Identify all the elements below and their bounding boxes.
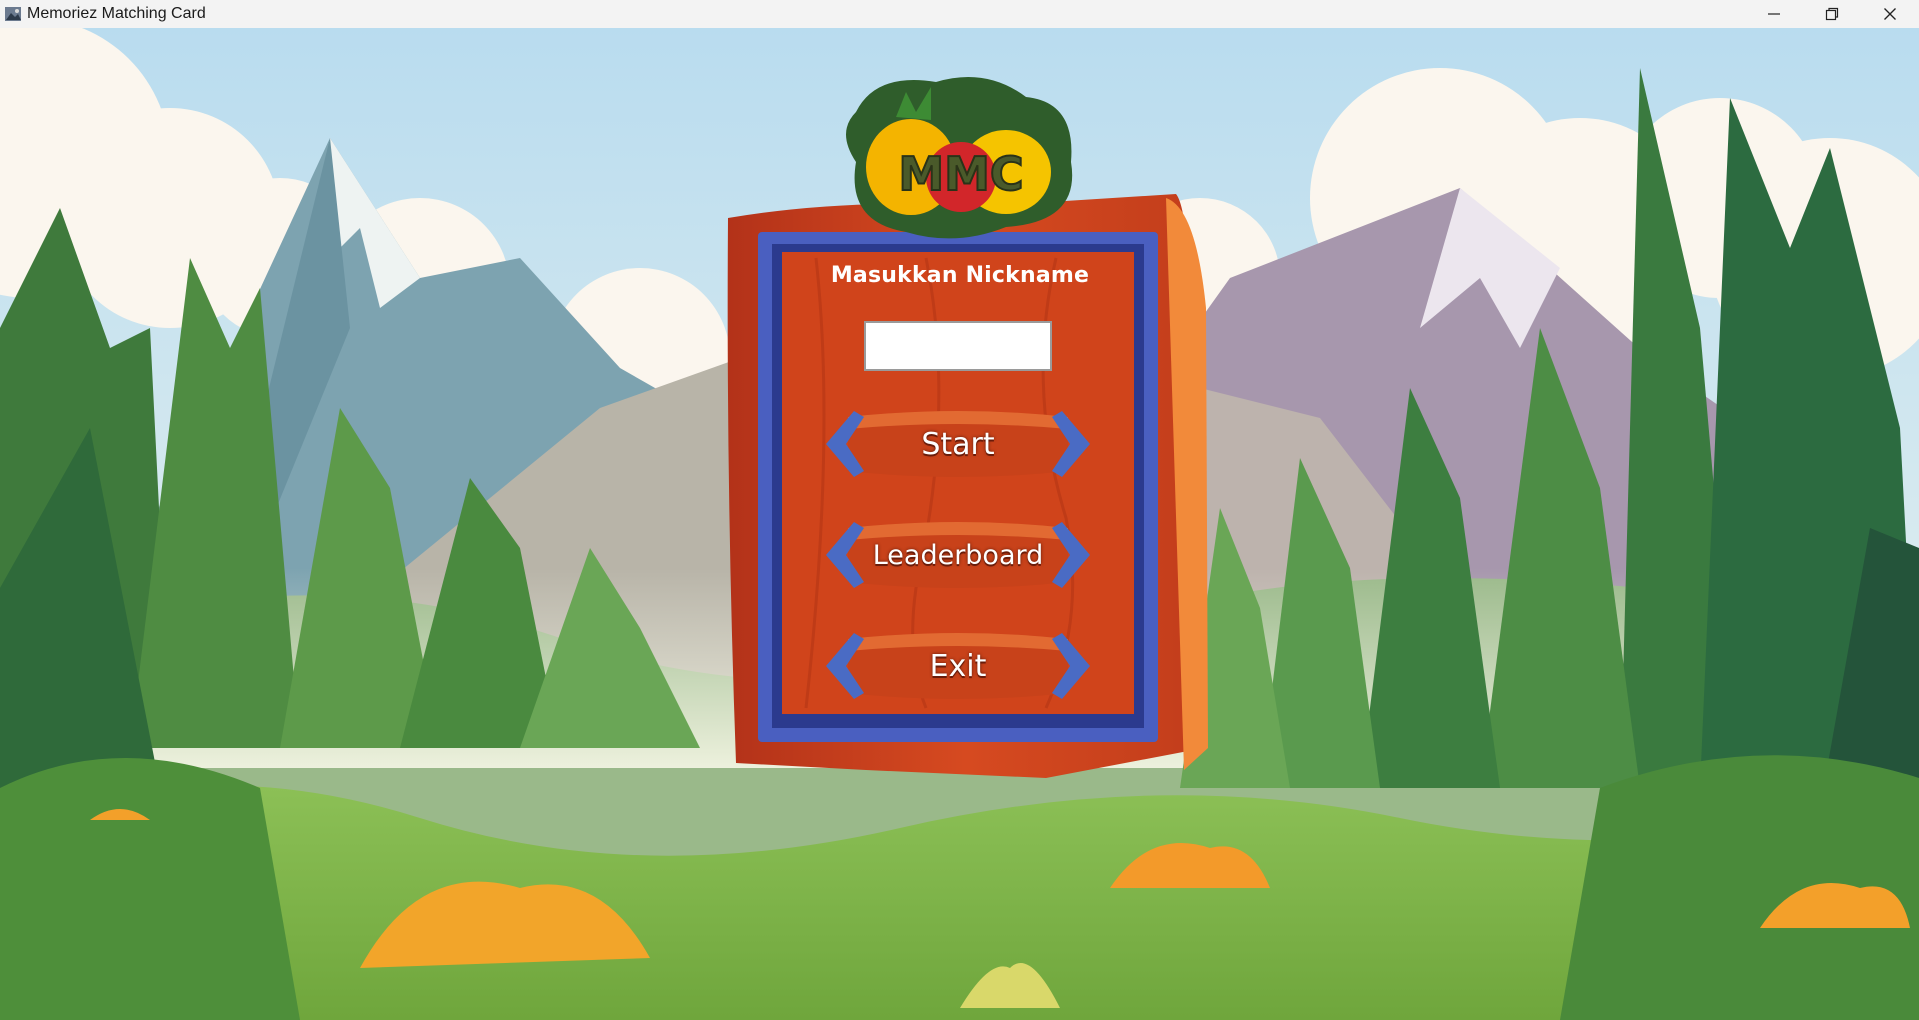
logo-text: MMC [898,147,1023,201]
mmc-logo: MMC [846,77,1073,239]
close-button[interactable] [1861,0,1919,28]
nickname-input[interactable] [864,321,1052,371]
minimize-icon [1768,13,1780,15]
restore-button[interactable] [1803,0,1861,28]
app-icon [5,7,21,21]
window-title: Memoriez Matching Card [27,5,206,22]
start-button-label: Start [921,426,995,462]
exit-button[interactable]: Exit [818,627,1098,705]
window-controls [1745,0,1919,28]
leaderboard-button[interactable]: Leaderboard [818,516,1098,594]
window-titlebar: Memoriez Matching Card [0,0,1919,28]
restore-icon [1825,7,1839,21]
exit-button-label: Exit [929,648,987,684]
leaderboard-button-label: Leaderboard [872,539,1044,571]
minimize-button[interactable] [1745,0,1803,28]
nickname-prompt: Masukkan Nickname [830,263,1090,288]
close-icon [1884,8,1896,20]
start-button[interactable]: Start [818,405,1098,483]
